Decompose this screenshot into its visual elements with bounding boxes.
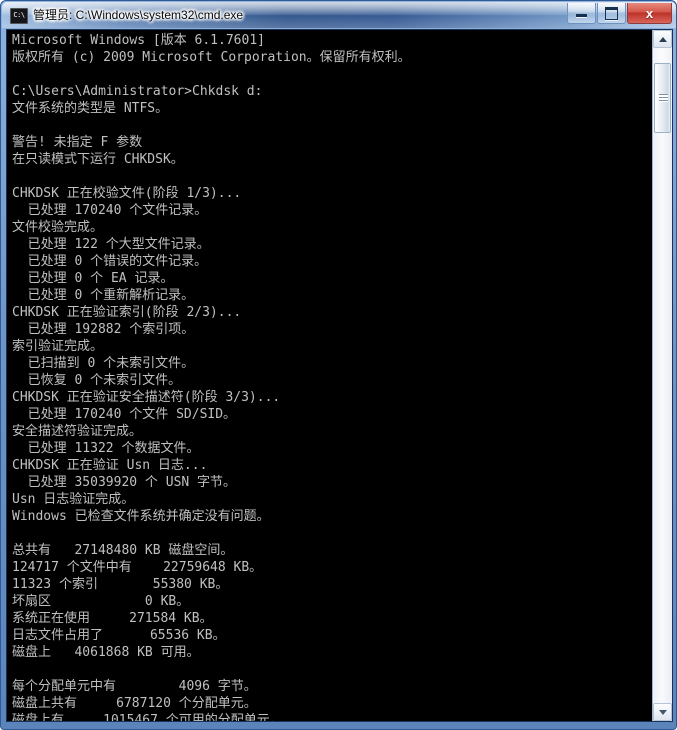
window-title: 管理员: C:\Windows\system32\cmd.exe	[33, 8, 244, 22]
minimize-button[interactable]	[567, 3, 596, 24]
maximize-button[interactable]	[597, 3, 626, 24]
scroll-down-button[interactable]	[653, 703, 672, 721]
cmd-console-icon: C:\	[10, 8, 28, 24]
console-output-surface[interactable]: Microsoft Windows [版本 6.1.7601] 版权所有 (c)…	[7, 30, 652, 721]
cmd-window: C:\ 管理员: C:\Windows\system32\cmd.exe x M…	[0, 0, 677, 730]
maximize-icon	[598, 3, 625, 23]
console-client-area: Microsoft Windows [版本 6.1.7601] 版权所有 (c)…	[6, 29, 673, 722]
close-button[interactable]: x	[627, 3, 672, 24]
vertical-scrollbar[interactable]	[652, 30, 672, 721]
scrollbar-thumb[interactable]	[654, 63, 671, 133]
close-icon: x	[645, 5, 654, 21]
minimize-icon	[568, 3, 595, 23]
scrollbar-grip-icon	[659, 94, 668, 102]
title-bar[interactable]: C:\ 管理员: C:\Windows\system32\cmd.exe x	[2, 2, 676, 28]
caption-button-group: x	[566, 3, 672, 24]
scrollbar-track[interactable]	[653, 133, 672, 703]
chevron-up-icon	[658, 36, 667, 42]
scroll-up-button[interactable]	[653, 30, 672, 48]
console-output-text: Microsoft Windows [版本 6.1.7601] 版权所有 (c)…	[12, 33, 411, 721]
chevron-down-icon	[658, 709, 667, 715]
